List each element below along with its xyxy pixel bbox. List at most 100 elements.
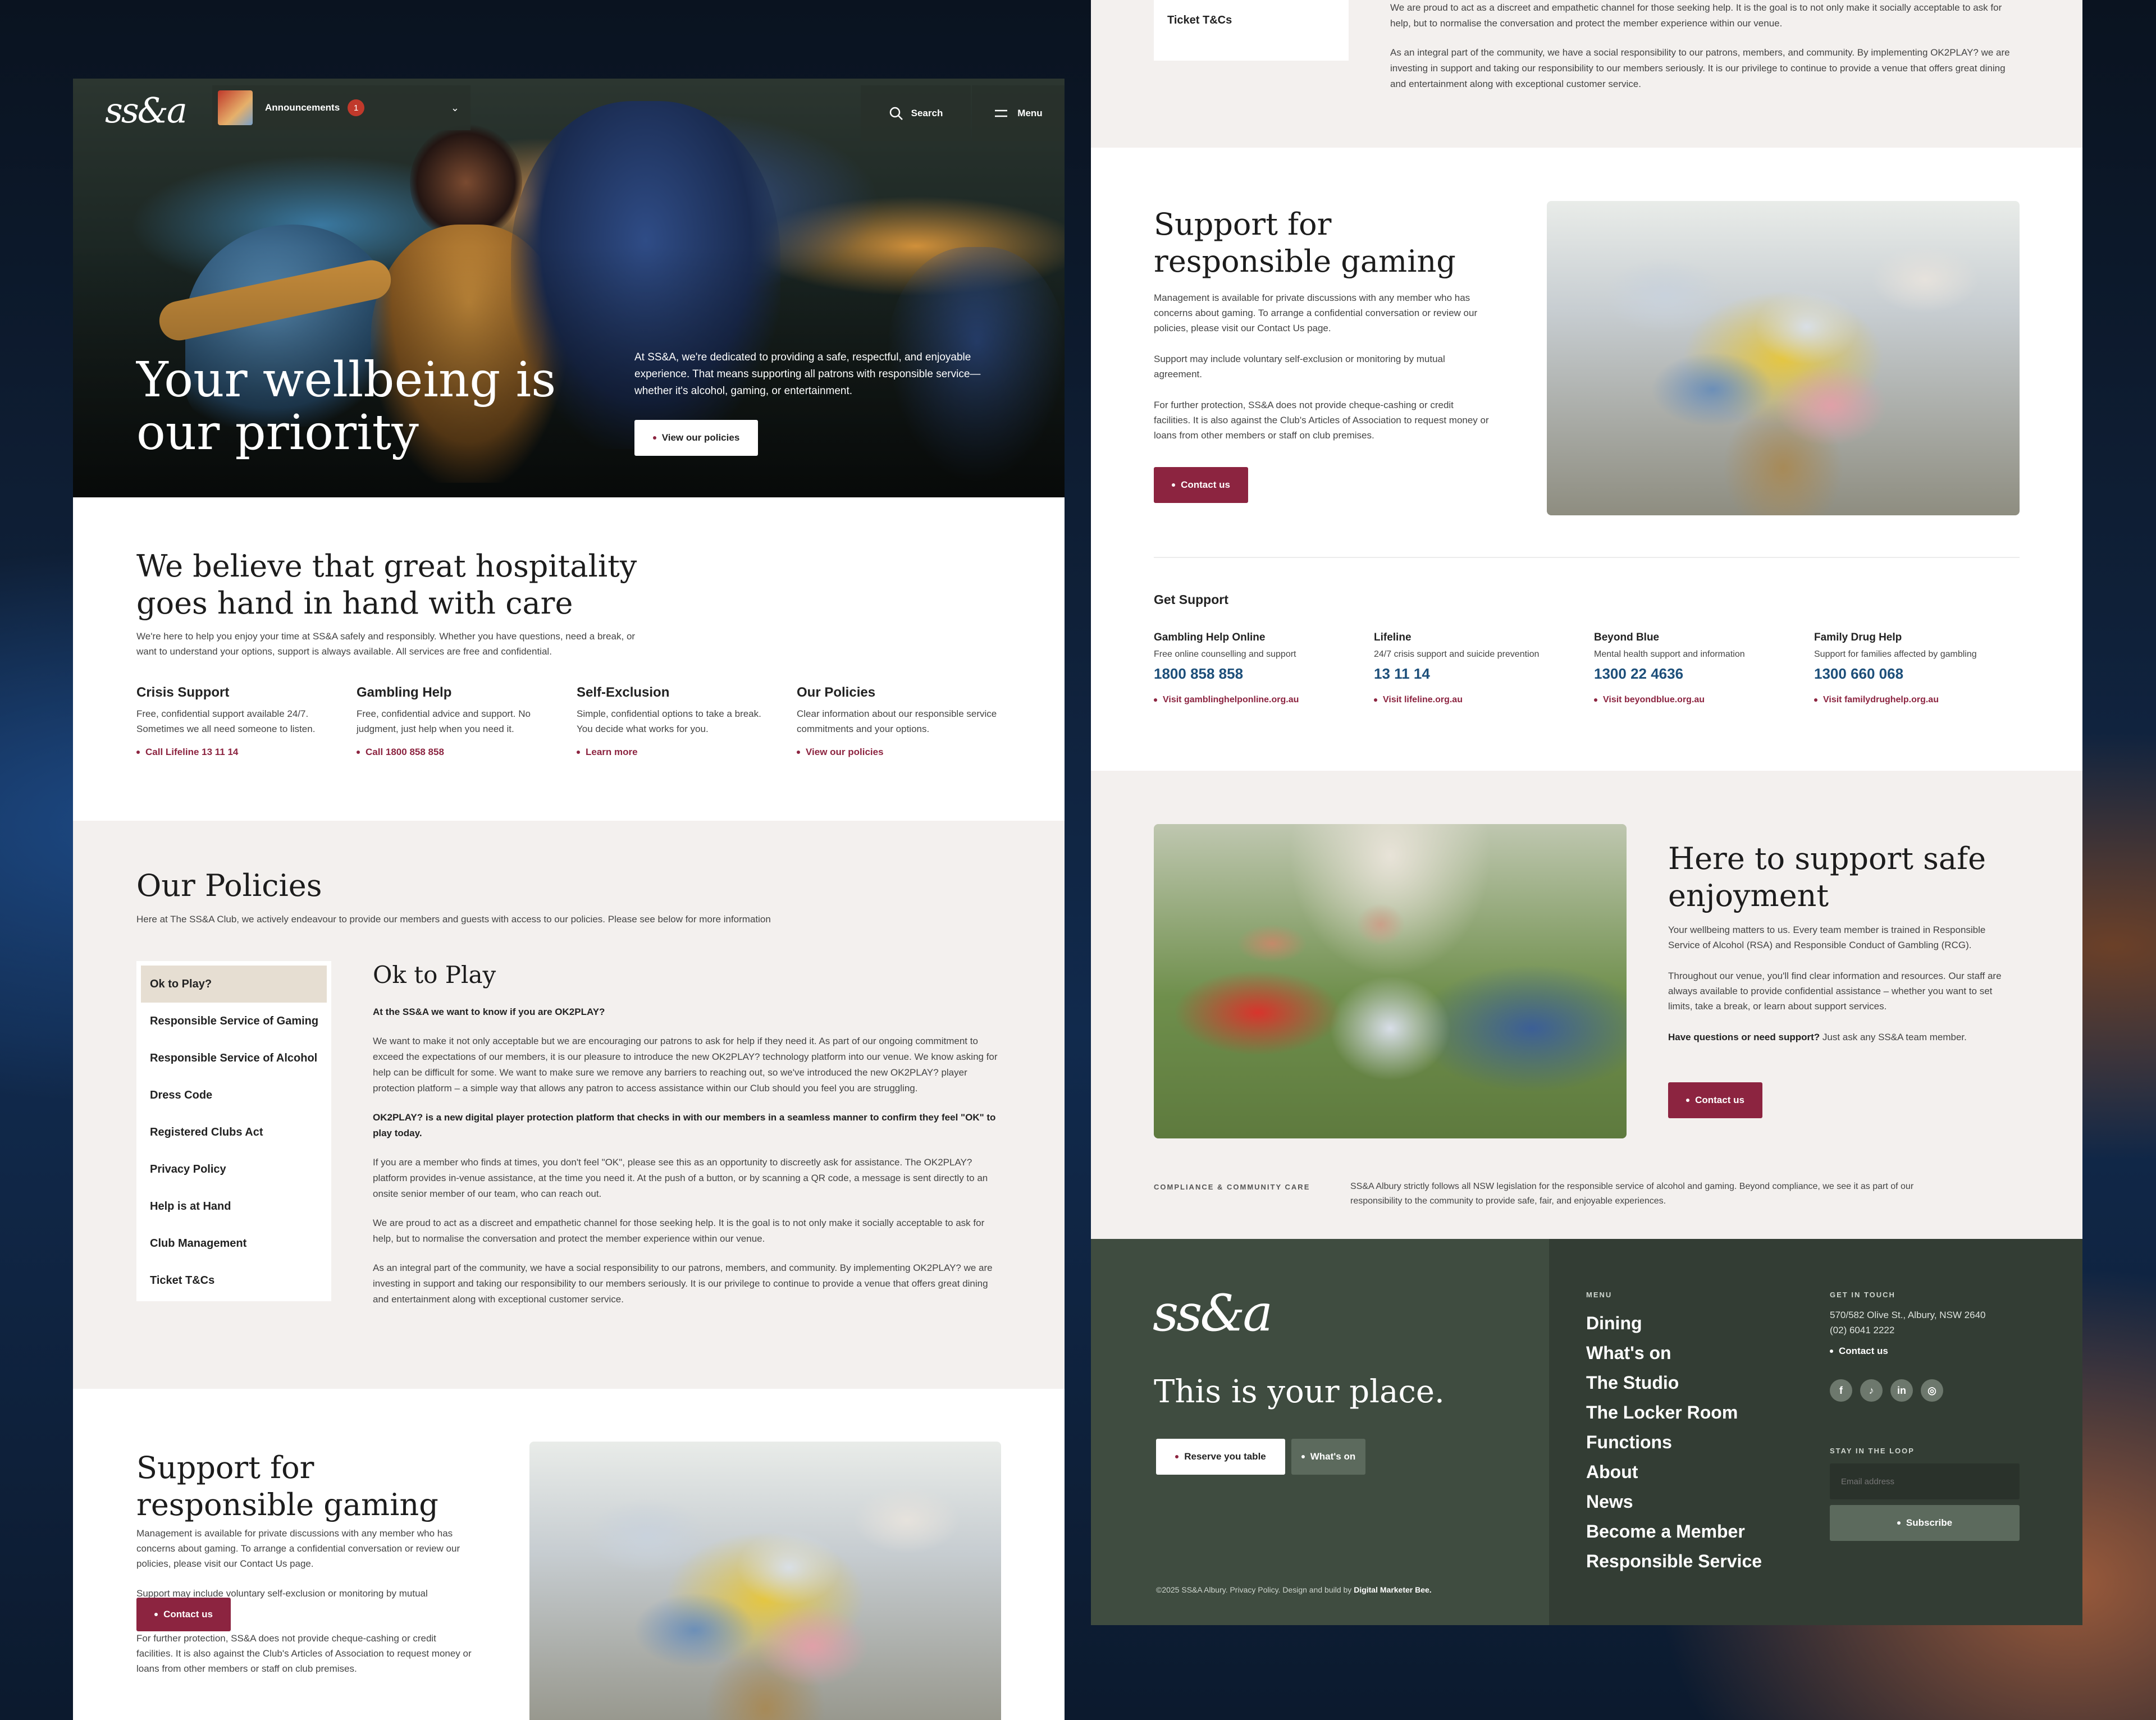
announcements-dropdown[interactable]: Announcements 1 ⌄ [212,85,471,130]
gaming-contact-button[interactable]: Contact us [136,1598,231,1631]
footer-logo[interactable]: ss&a [1153,1284,1273,1343]
footer-link-functions[interactable]: Functions [1586,1428,1762,1457]
support-phone[interactable]: 1300 660 068 [1814,665,2016,683]
gaming-contact-button[interactable]: Contact us [1154,467,1248,503]
care-section: We believe that great hospitality goes h… [73,497,1065,821]
policy-content-tail: We are proud to act as a discreet and em… [1390,0,2019,106]
instagram-icon[interactable]: ◎ [1921,1379,1943,1402]
button-label: Contact us [1695,1095,1744,1105]
policy-tab-privacy[interactable]: Privacy Policy [136,1151,331,1188]
search-icon [889,107,903,120]
footer-link-responsible-service[interactable]: Responsible Service [1586,1547,1762,1576]
footer-link-become-member[interactable]: Become a Member [1586,1517,1762,1547]
support-phone[interactable]: 1800 858 858 [1154,665,1356,683]
policy-tab-help-at-hand[interactable]: Help is at Hand [136,1188,331,1225]
gaming-photo [529,1442,1001,1720]
policies-intro: Here at The SS&A Club, we actively endea… [136,914,771,925]
call-gambling-help-link[interactable]: Call 1800 858 858 [357,747,559,758]
safe-contact-button[interactable]: Contact us [1668,1082,1762,1118]
card-text: Free, confidential support available 24/… [136,708,316,734]
support-beyond-blue: Beyond Blue Mental health support and in… [1594,632,1796,705]
card-text: Clear information about our responsible … [797,708,997,734]
support-link[interactable]: Visit familydrughelp.org.au [1814,695,2016,705]
footer-contact-info: 570/582 Olive St., Albury, NSW 2640 (02)… [1830,1307,1986,1338]
footer-link-the-studio[interactable]: The Studio [1586,1368,1762,1398]
button-label: Reserve you table [1184,1451,1266,1462]
search-button[interactable]: Search [861,85,971,141]
care-title-line2: goes hand in hand with care [136,585,573,621]
learn-more-link[interactable]: Learn more [577,747,779,758]
footer-link-dining[interactable]: Dining [1586,1309,1762,1338]
gaming-photo [1547,201,2020,515]
card-text: Simple, confidential options to take a b… [577,708,761,734]
tiktok-icon[interactable]: ♪ [1860,1379,1883,1402]
support-link[interactable]: Visit gamblinghelponline.org.au [1154,695,1356,705]
policy-tab-registered-clubs-act[interactable]: Registered Clubs Act [136,1114,331,1151]
policies-section: Our Policies Here at The SS&A Club, we a… [73,821,1065,1389]
support-desc: Free online counselling and support [1154,649,1296,659]
card-title: Crisis Support [136,685,230,700]
site-logo[interactable]: ss&a [105,90,188,131]
card-title: Self-Exclusion [577,685,670,700]
gaming-paragraph: Support may include voluntary self-exclu… [1154,354,1445,379]
call-lifeline-link[interactable]: Call Lifeline 13 11 14 [136,747,339,758]
get-in-touch-label: GET IN TOUCH [1830,1291,1895,1299]
facebook-icon[interactable]: f [1830,1379,1852,1402]
support-name: Beyond Blue [1594,632,1660,643]
button-label: Contact us [1181,479,1230,490]
view-policies-button[interactable]: View our policies [634,420,758,456]
credit-link[interactable]: Digital Marketer Bee. [1354,1585,1432,1594]
view-our-policies-link[interactable]: View our policies [797,747,999,758]
policy-paragraph: At the SS&A we want to know if you are O… [373,1007,605,1017]
policy-tab-dress-code[interactable]: Dress Code [136,1077,331,1114]
announcement-thumbnail [218,90,253,125]
policy-tab-ticket-tcs[interactable]: Ticket T&Cs [1154,3,1349,37]
support-phone[interactable]: 1300 22 4636 [1594,665,1796,683]
policy-tab-rsa[interactable]: Responsible Service of Alcohol [136,1040,331,1077]
link-label: View our policies [806,747,884,757]
reserve-table-button[interactable]: Reserve you table [1156,1439,1285,1475]
policy-tab-ticket-tcs[interactable]: Ticket T&Cs [136,1262,331,1299]
card-text: Free, confidential advice and support. N… [357,708,531,734]
gaming-paragraph: For further protection, SS&A does not pr… [1154,400,1489,441]
policy-tab-rsg[interactable]: Responsible Service of Gaming [136,1003,331,1040]
footer-phone[interactable]: (02) 6041 2222 [1830,1323,1986,1338]
footer-link-whats-on[interactable]: What's on [1586,1338,1762,1368]
subscribe-button[interactable]: Subscribe [1830,1505,2020,1541]
safe-title: Here to support safe enjoyment [1668,840,1986,914]
button-label: What's on [1310,1451,1356,1462]
menu-button[interactable]: Menu [972,85,1065,141]
whats-on-button[interactable]: What's on [1291,1439,1365,1475]
gaming-section: Support for responsible gaming Managemen… [1091,148,2082,771]
link-label: Visit lifeline.org.au [1383,695,1463,705]
linkedin-icon[interactable]: in [1890,1379,1913,1402]
policy-content: Ok to Play At the SS&A we want to know i… [373,961,1002,1321]
email-input[interactable] [1830,1463,2020,1499]
footer-link-news[interactable]: News [1586,1487,1762,1517]
hero-description: At SS&A, we're dedicated to providing a … [634,351,981,397]
footer-contact-link[interactable]: Contact us [1830,1346,1888,1357]
support-phone[interactable]: 13 11 14 [1374,665,1576,683]
safe-paragraph: Throughout our venue, you'll find clear … [1668,971,2002,1012]
policy-paragraph: We are proud to act as a discreet and em… [1390,2,2002,29]
care-title-line1: We believe that great hospitality [136,548,637,584]
safe-question-bold: Have questions or need support? [1668,1032,1820,1042]
safe-title-line2: enjoyment [1668,878,1829,913]
gaming-paragraph: Management is available for private disc… [1154,292,1478,333]
announcements-badge: 1 [348,99,365,116]
gaming-paragraph: For further protection, SS&A does not pr… [136,1633,472,1674]
footer-link-locker-room[interactable]: The Locker Room [1586,1398,1762,1428]
support-link[interactable]: Visit lifeline.org.au [1374,695,1576,705]
care-intro: We're here to help you enjoy your time a… [136,631,636,657]
support-link[interactable]: Visit beyondblue.org.au [1594,695,1796,705]
policy-tab-club-management[interactable]: Club Management [136,1225,331,1262]
footer-menu: Dining What's on The Studio The Locker R… [1586,1309,1762,1576]
footer-link-about[interactable]: About [1586,1457,1762,1487]
get-support-title: Get Support [1154,592,1228,607]
policy-tab-ok-to-play[interactable]: Ok to Play? [141,966,327,1003]
social-links: f ♪ in ◎ [1830,1379,1951,1402]
support-desc: Mental health support and information [1594,649,1745,659]
safe-text: Your wellbeing matters to us. Every team… [1668,922,2005,1045]
card-gambling-help: Gambling Help Free, confidential advice … [357,685,559,758]
bullet-dot [652,436,656,440]
